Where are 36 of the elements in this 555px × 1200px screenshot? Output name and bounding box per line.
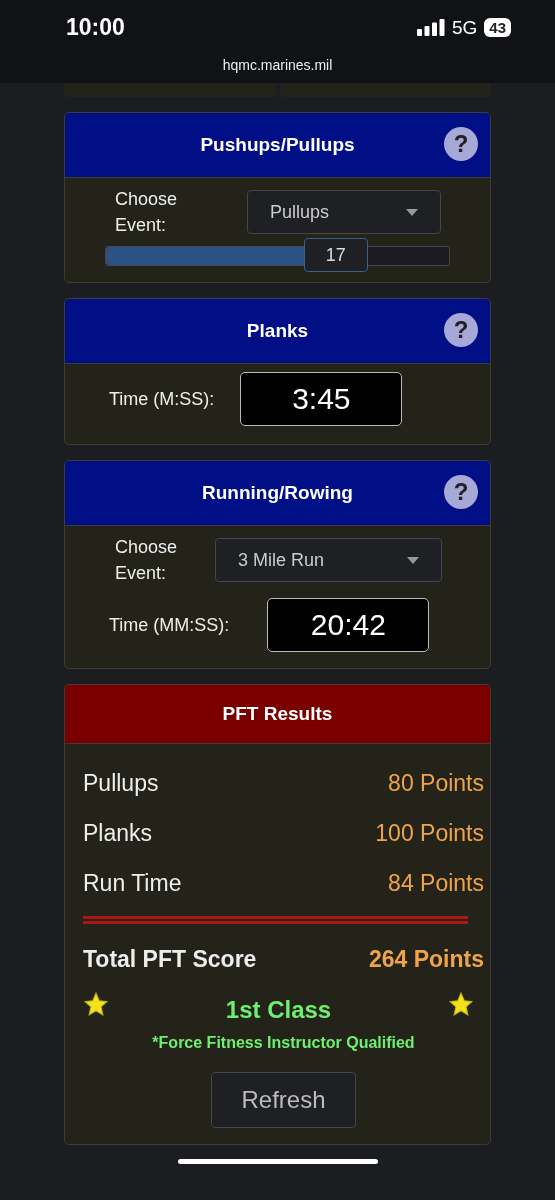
card-title: Planks xyxy=(246,320,309,342)
clock: 10:00 xyxy=(66,14,125,41)
star-icon xyxy=(448,991,474,1017)
event-name: Run Time xyxy=(83,869,182,897)
caret-icon xyxy=(407,556,419,564)
results-title: PFT Results xyxy=(222,703,333,725)
time-label: Time (MM:SS): xyxy=(109,614,230,637)
qualification-note: *Force Fitness Instructor Qualified xyxy=(152,1034,415,1051)
refresh-button[interactable]: Refresh xyxy=(211,1072,356,1128)
class-rating: 1st Class xyxy=(225,996,332,1024)
card-title: Running/Rowing xyxy=(202,482,353,504)
total-label: Total PFT Score xyxy=(83,945,257,973)
event-dropdown[interactable]: Pullups xyxy=(247,190,441,234)
event-points: 84 Points xyxy=(388,869,484,897)
slider-thumb[interactable]: 17 xyxy=(303,238,368,272)
caret-icon xyxy=(406,208,418,216)
event-dropdown[interactable]: 3 Mile Run xyxy=(215,538,442,582)
help-button[interactable]: ? xyxy=(444,127,478,161)
card-title: Pushups/Pullups xyxy=(200,134,355,156)
event-name: Planks xyxy=(83,819,153,847)
battery-icon: 43 xyxy=(484,18,511,37)
time-field[interactable]: 3:45 xyxy=(240,372,403,426)
signal-icon xyxy=(416,19,445,36)
help-button[interactable]: ? xyxy=(444,313,478,347)
event-name: Pullups xyxy=(83,769,159,797)
time-field[interactable]: 20:42 xyxy=(267,598,430,652)
star-icon xyxy=(83,991,109,1017)
event-points: 100 Points xyxy=(375,819,484,847)
help-button[interactable]: ? xyxy=(444,475,478,509)
url-text[interactable]: hqmc.marines.mil xyxy=(222,55,333,75)
choose-event-label: Choose Event: xyxy=(115,536,179,585)
event-points: 80 Points xyxy=(388,769,484,797)
total-points: 264 Points xyxy=(368,945,484,973)
choose-event-label: Choose Event: xyxy=(115,188,179,237)
network-label: 5G xyxy=(451,16,478,39)
time-label: Time (M:SS): xyxy=(109,388,215,411)
